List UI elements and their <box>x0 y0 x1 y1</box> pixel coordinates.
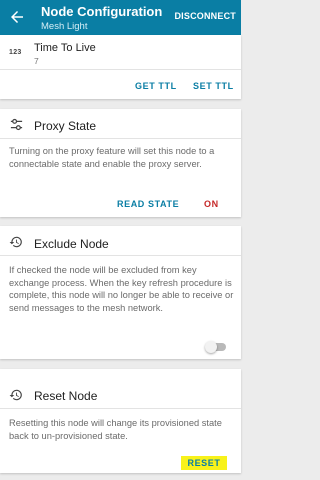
numeric-icon: 123 <box>9 49 22 56</box>
exclude-node-card: Exclude Node If checked the node will be… <box>0 226 241 359</box>
exclude-node-heading: Exclude Node <box>34 237 109 251</box>
proxy-state-description: Turning on the proxy feature will set th… <box>9 146 215 169</box>
reset-button[interactable]: RESET <box>181 456 227 470</box>
app-bar: Node Configuration Mesh Light DISCONNECT <box>0 0 241 35</box>
ttl-card: 123 Time To Live 7 GET TTL SET TTL <box>0 35 241 99</box>
page-subtitle: Mesh Light <box>41 21 88 32</box>
proxy-settings-icon <box>10 118 23 131</box>
exclude-node-description: If checked the node will be excluded fro… <box>9 265 234 313</box>
proxy-state-heading: Proxy State <box>34 119 97 133</box>
proxy-state-card: Proxy State Turning on the proxy feature… <box>0 109 241 217</box>
exclude-node-toggle-thumb[interactable] <box>205 341 217 353</box>
divider <box>0 255 241 256</box>
read-state-button[interactable]: READ STATE <box>117 199 179 209</box>
disconnect-button[interactable]: DISCONNECT <box>174 11 236 21</box>
ttl-value: 7 <box>34 56 39 66</box>
divider <box>0 69 241 70</box>
reset-node-heading: Reset Node <box>34 389 98 403</box>
get-ttl-button[interactable]: GET TTL <box>135 81 177 91</box>
reset-node-card: Reset Node Resetting this node will chan… <box>0 369 241 473</box>
divider <box>0 138 241 139</box>
ttl-heading: Time To Live <box>34 42 96 54</box>
set-ttl-button[interactable]: SET TTL <box>193 81 234 91</box>
divider <box>0 408 241 409</box>
history-icon <box>9 236 22 248</box>
proxy-on-button[interactable]: ON <box>204 199 219 209</box>
page-title: Node Configuration <box>41 4 163 19</box>
back-arrow-icon[interactable] <box>8 8 26 26</box>
reset-node-description: Resetting this node will change its prov… <box>9 418 222 441</box>
history-icon <box>9 389 22 401</box>
